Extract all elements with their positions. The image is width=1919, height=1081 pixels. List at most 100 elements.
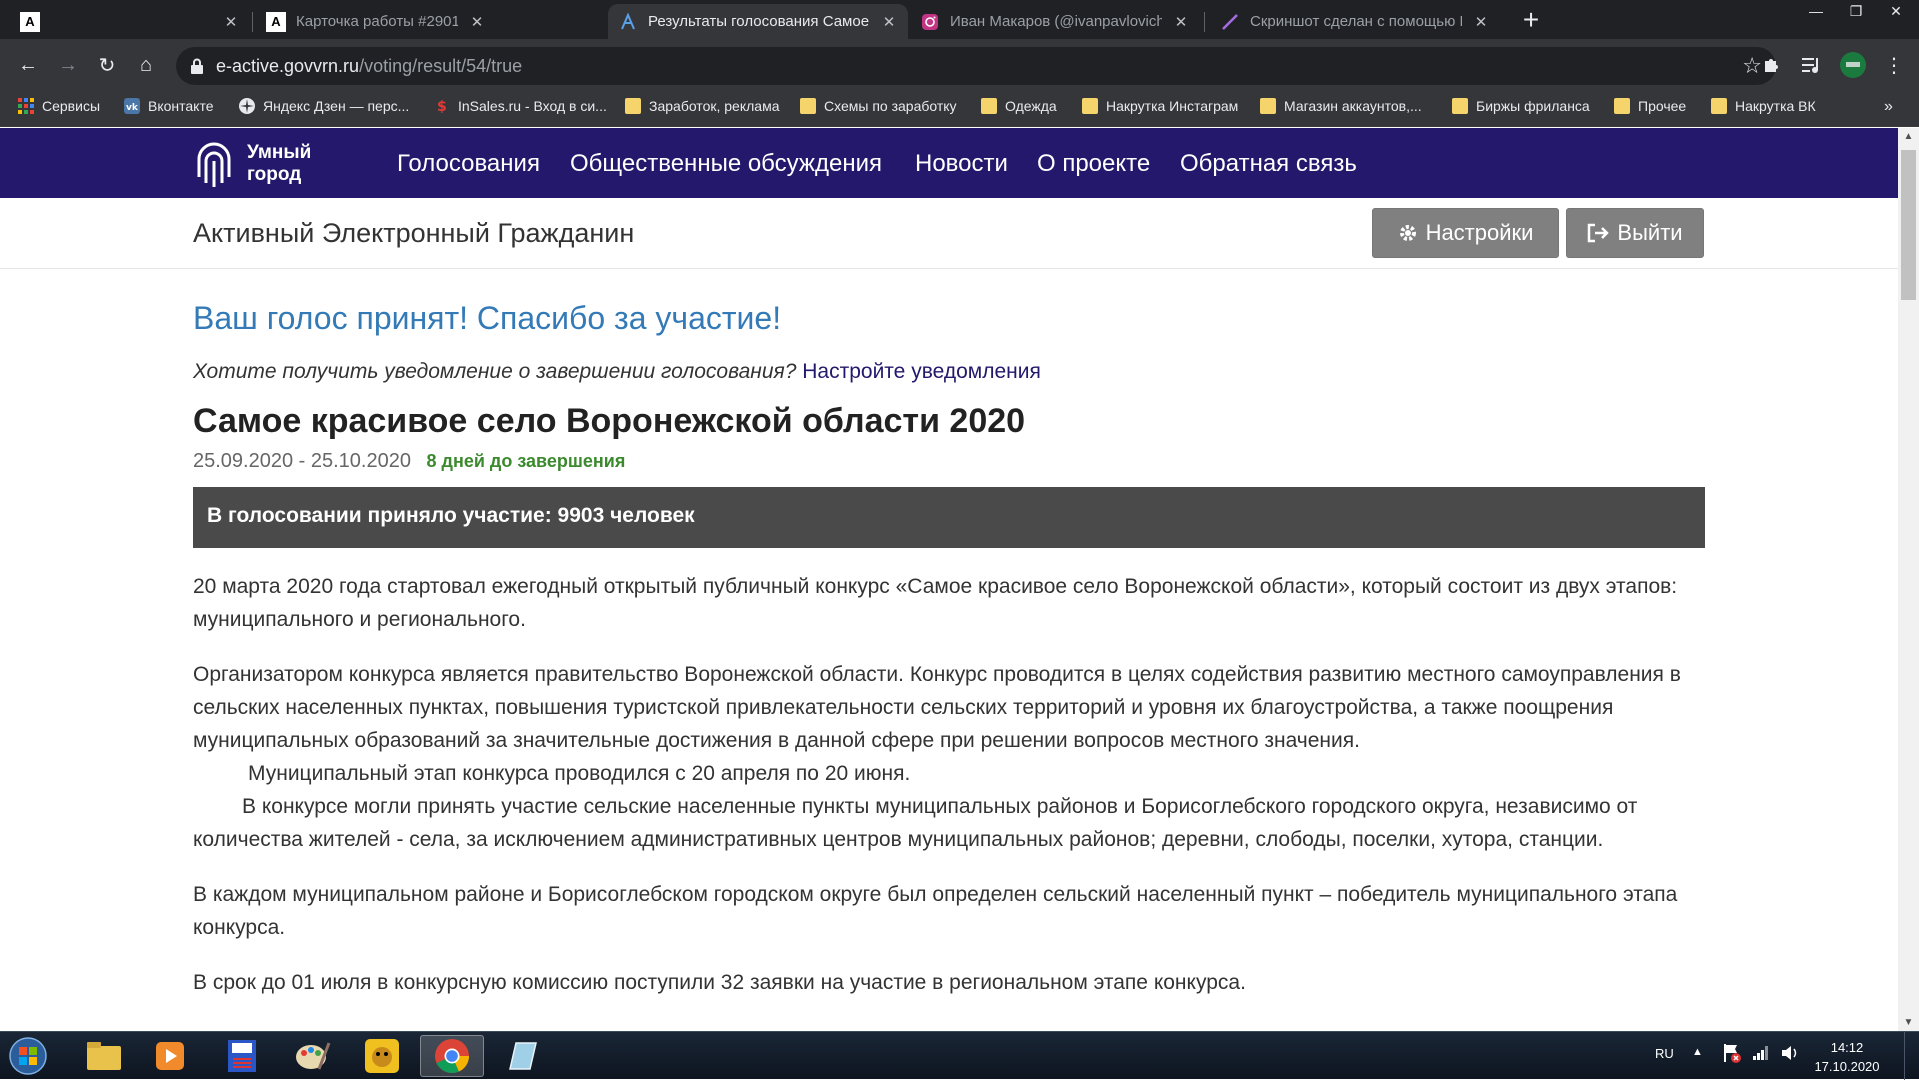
nav-feedback[interactable]: Обратная связь [1180,150,1357,178]
folder-icon [981,98,997,114]
minimize-icon[interactable]: — [1796,0,1836,22]
menu-kebab-icon[interactable]: ⋮ [1876,47,1912,83]
paragraph: В срок до 01 июля в конкурсную комиссию … [193,971,1246,994]
paragraph: 20 марта 2020 года стартовал ежегодный о… [193,575,1678,631]
save-app-taskbar-icon[interactable] [210,1035,274,1077]
browser-tab[interactable]: Иван Макаров (@ivanpavlovichlive ✕ [910,4,1200,39]
explorer-taskbar-icon[interactable] [72,1035,136,1077]
browser-tab[interactable]: A Карточка работы #29016982 1976 ✕ [256,4,496,39]
start-button[interactable] [6,1036,54,1076]
bookmark-item[interactable]: vk Вконтакте [124,98,214,114]
close-tab-icon[interactable]: ✕ [880,13,898,31]
logout-button[interactable]: Выйти [1566,208,1704,258]
folder-icon [1260,98,1276,114]
settings-button[interactable]: Настройки [1372,208,1559,258]
bookmarks-bar: Сервисы vk Вконтакте Яндекс Дзен — перс.… [0,92,1919,127]
sign-out-icon [1588,223,1610,243]
nav-about[interactable]: О проекте [1037,150,1150,178]
lock-icon[interactable] [190,58,204,74]
extensions-puzzle-icon[interactable] [1753,47,1789,83]
system-clock[interactable]: 14:12 17.10.2020 [1812,1038,1882,1076]
paint-taskbar-icon[interactable] [280,1035,344,1077]
close-tab-icon[interactable]: ✕ [468,13,486,31]
page-scrollbar[interactable]: ▲ ▼ [1898,128,1919,1031]
app-name: Активный Электронный Гражданин [193,218,635,248]
media-player-taskbar-icon[interactable] [138,1035,202,1077]
voting-dates: 25.09.2020 - 25.10.2020 8 дней до заверш… [193,450,625,473]
close-tab-icon[interactable]: ✕ [1172,13,1190,31]
nav-news[interactable]: Новости [915,150,1008,178]
insales-icon: $ [437,99,447,114]
a-letter-icon: A [20,11,40,32]
gear-icon [1399,225,1416,241]
action-center-flag-icon[interactable] [1722,1042,1742,1067]
close-tab-icon[interactable]: ✕ [1472,13,1490,31]
input-language[interactable]: RU [1655,1046,1674,1061]
notify-settings-link[interactable]: Настройте уведомления [802,360,1041,383]
nav-public-discussions[interactable]: Общественные обсуждения [570,150,882,178]
close-tab-icon[interactable]: ✕ [222,13,240,31]
bookmark-folder[interactable]: Одежда [981,98,1057,114]
lightshot-feather-icon [1220,12,1240,32]
browser-tab-active[interactable]: Результаты голосования Самое кр ✕ [608,4,908,39]
site-navbar: Умный город Голосования Общественные обс… [0,128,1898,198]
bookmark-item[interactable]: Яндекс Дзен — перс... [239,98,409,114]
network-signal-icon[interactable] [1752,1044,1770,1063]
bookmark-folder[interactable]: Магазин аккаунтов,... [1260,98,1422,114]
apps-grid-icon [18,98,34,114]
bookmark-folder[interactable]: Прочее [1614,98,1686,114]
window-close-icon[interactable]: ✕ [1876,0,1916,22]
zen-icon [239,98,255,114]
date-range: 25.09.2020 - 25.10.2020 [193,450,411,472]
nav-votings[interactable]: Голосования [397,150,540,178]
address-bar[interactable]: e-active.govvrn.ru/voting/result/54/true… [176,47,1776,85]
a-letter-icon: A [266,11,286,32]
logo-line2: город [247,164,302,185]
folder-icon [1614,98,1630,114]
browser-tab[interactable]: A ✕ [10,4,250,39]
site-logo[interactable]: Умный город [193,138,343,190]
profile-avatar[interactable] [1835,47,1871,83]
folder-icon [800,98,816,114]
voting-description: 20 марта 2020 года стартовал ежегодный о… [193,570,1705,1021]
scroll-down-arrow-icon[interactable]: ▼ [1898,1014,1919,1031]
home-icon[interactable]: ⌂ [128,47,164,83]
browser-tab[interactable]: Скриншот сделан с помощью Ligh ✕ [1210,4,1500,39]
game-taskbar-icon[interactable] [350,1035,414,1077]
bookmark-item[interactable]: Сервисы [18,98,100,114]
paragraph: Муниципальный этап конкурса проводился с… [248,762,911,785]
restore-icon[interactable]: ❐ [1836,0,1876,22]
browser-toolbar: ← → ↻ ⌂ e-active.govvrn.ru/voting/result… [0,39,1919,92]
new-tab-button[interactable]: + [1516,6,1546,36]
reload-icon[interactable]: ↻ [89,47,125,83]
scroll-up-arrow-icon[interactable]: ▲ [1898,128,1919,145]
scrollbar-thumb[interactable] [1901,150,1916,300]
media-queue-icon[interactable] [1793,47,1829,83]
participants-banner: В голосовании приняло участие: 9903 чело… [193,487,1705,548]
vote-accepted-message: Ваш голос принят! Спасибо за участие! [193,300,782,336]
notes-taskbar-icon[interactable] [490,1035,554,1077]
back-icon[interactable]: ← [10,47,46,83]
volume-icon[interactable] [1780,1044,1800,1065]
bookmark-folder[interactable]: Накрутка Инстаграм [1082,98,1238,114]
folder-icon [1452,98,1468,114]
clock-time: 14:12 [1830,1040,1864,1055]
show-hidden-icons-icon[interactable]: ▲ [1692,1046,1703,1058]
subheader: Активный Электронный Гражданин Настройки… [0,198,1898,269]
chrome-taskbar-icon[interactable] [420,1035,484,1077]
folder-icon [625,98,641,114]
url-path: /voting/result/54/true [359,56,523,76]
notify-question: Хотите получить уведомление о завершении… [193,360,797,383]
bookmark-item[interactable]: $ InSales.ru - Вход в си... [434,98,607,114]
fingerprint-logo-icon [197,142,231,187]
folder-icon [1711,98,1727,114]
bookmark-folder[interactable]: Заработок, реклама [625,98,779,114]
bookmark-folder[interactable]: Схемы по заработку [800,98,957,114]
folder-icon [1082,98,1098,114]
bookmark-folder[interactable]: Биржы фриланса [1452,98,1590,114]
more-bookmarks-button[interactable]: » [1884,98,1893,116]
forward-icon[interactable]: → [50,47,86,83]
show-desktop-button[interactable] [1904,1032,1919,1080]
ae-logo-icon [618,12,638,32]
bookmark-folder[interactable]: Накрутка ВК [1711,98,1816,114]
